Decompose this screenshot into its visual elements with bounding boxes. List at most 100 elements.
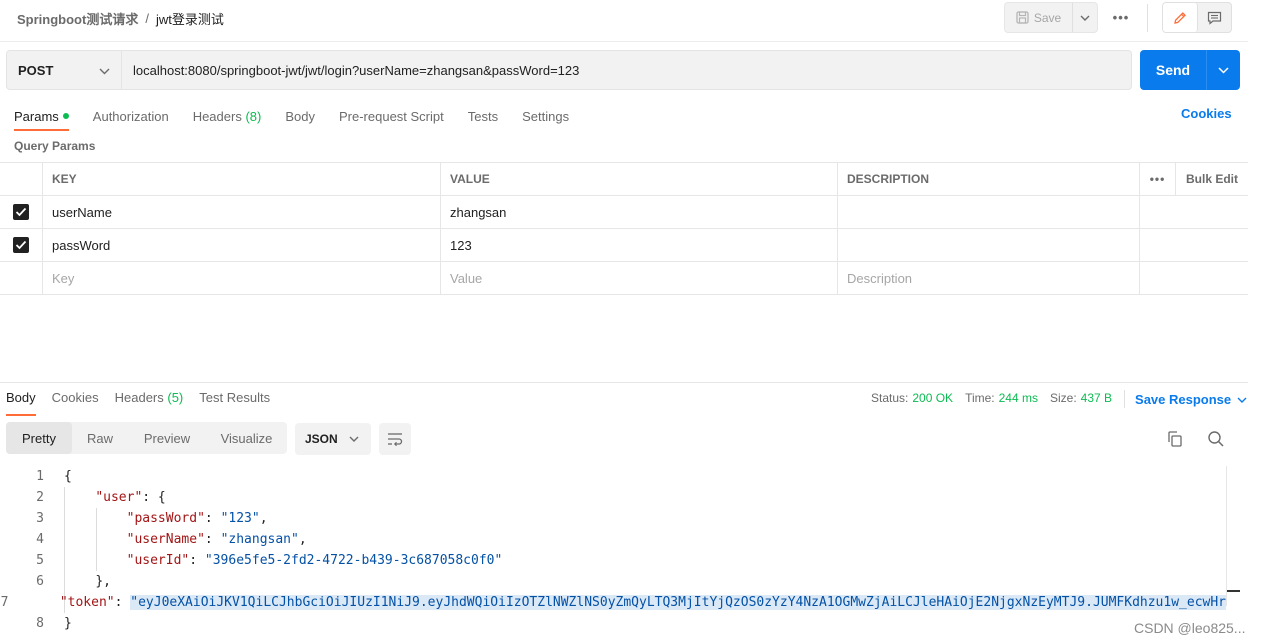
column-header-key: KEY	[43, 163, 441, 195]
search-icon[interactable]	[1207, 430, 1225, 448]
tab-visualize[interactable]: Visualize	[206, 422, 287, 454]
json-value: "zhangsan"	[220, 532, 299, 547]
table-header-row: KEY VALUE DESCRIPTION ••• Bulk Edit	[0, 163, 1248, 196]
breadcrumb: Springboot测试请求 / jwt登录测试	[17, 0, 224, 36]
response-divider[interactable]	[0, 382, 1248, 383]
json-key: "userId"	[126, 553, 190, 568]
save-button[interactable]: Save	[1005, 3, 1073, 32]
column-header-description: DESCRIPTION	[838, 163, 1140, 195]
tab-body[interactable]: Body	[285, 104, 315, 128]
response-tabs: Body Cookies Headers (5) Test Results	[6, 390, 286, 416]
cookies-link[interactable]: Cookies	[1181, 106, 1232, 121]
send-dropdown-button[interactable]	[1207, 50, 1240, 90]
format-tabs: Pretty Raw Preview Visualize	[6, 422, 287, 454]
chevron-down-icon	[1218, 66, 1229, 74]
request-tabs: Params Authorization Headers (8) Body Pr…	[14, 104, 593, 131]
code-line: 3 "passWord": "123",	[0, 508, 1226, 529]
table-row: userName zhangsan	[0, 196, 1248, 229]
code-line: 5 "userId": "396e5fe5-2fd2-4722-b439-3c6…	[0, 550, 1226, 571]
save-label: Save	[1033, 10, 1062, 25]
param-key-cell[interactable]: userName	[43, 196, 441, 228]
save-response-button[interactable]: Save Response	[1135, 391, 1247, 408]
scrollbar-thumb[interactable]	[1227, 590, 1240, 592]
column-options-button[interactable]: •••	[1140, 163, 1176, 195]
json-key: "user"	[95, 490, 143, 505]
json-value: "396e5fe5-2fd2-4722-b439-3c687058c0f0"	[204, 553, 503, 568]
param-value-cell[interactable]: zhangsan	[441, 196, 838, 228]
more-actions-button[interactable]: •••	[1110, 8, 1132, 26]
new-description-input[interactable]: Description	[838, 262, 1140, 294]
documentation-mode-button[interactable]	[1198, 3, 1232, 32]
breadcrumb-request[interactable]: jwt登录测试	[156, 9, 224, 28]
response-meta: Status: 200 OK Time: 244 ms Size: 437 B …	[871, 390, 1247, 408]
tab-response-headers-label: Headers	[114, 390, 164, 405]
code-token: {	[64, 469, 72, 484]
tab-test-results[interactable]: Test Results	[199, 390, 270, 410]
params-active-dot	[62, 113, 69, 119]
json-key: "passWord"	[126, 511, 205, 526]
breadcrumb-collection[interactable]: Springboot测试请求	[17, 9, 138, 28]
new-key-input[interactable]: Key	[43, 262, 441, 294]
code-text: "userId": "396e5fe5-2fd2-4722-b439-3c687…	[44, 553, 503, 568]
param-description-cell[interactable]	[838, 229, 1140, 261]
tab-raw[interactable]: Raw	[72, 422, 128, 454]
url-input[interactable]: localhost:8080/springboot-jwt/jwt/login?…	[122, 50, 1132, 90]
pencil-icon	[1173, 11, 1186, 24]
json-key: "token"	[59, 595, 115, 610]
json-value-token[interactable]: "eyJ0eXAiOiJKV1QiLCJhbGciOiJIUzI1NiJ9.ey…	[130, 595, 1226, 610]
row-checkbox-cell	[0, 196, 43, 228]
status-label: Status:	[871, 391, 909, 405]
tab-preview[interactable]: Preview	[128, 422, 206, 454]
tab-tests[interactable]: Tests	[468, 104, 498, 128]
status-value[interactable]: 200 OK	[912, 391, 953, 408]
send-button[interactable]: Send	[1140, 50, 1207, 90]
size-label: Size:	[1049, 391, 1077, 405]
tab-prerequest-script[interactable]: Pre-request Script	[339, 104, 444, 128]
wrap-lines-button[interactable]	[379, 423, 411, 455]
code-line: 1{	[0, 466, 1226, 487]
column-header-value: VALUE	[441, 163, 838, 195]
language-select[interactable]: JSON	[295, 423, 371, 455]
json-key: "userName"	[126, 532, 205, 547]
row-checkbox[interactable]	[13, 237, 29, 253]
response-headers-count: (5)	[167, 390, 184, 405]
size-value[interactable]: 437 B	[1081, 391, 1112, 408]
code-token: ,	[298, 532, 307, 547]
line-number: 2	[36, 490, 44, 505]
tab-response-headers[interactable]: Headers (5)	[115, 390, 184, 410]
tab-response-body[interactable]: Body	[6, 390, 36, 416]
divider	[1147, 4, 1148, 32]
code-text: {	[44, 469, 72, 484]
param-description-cell[interactable]	[838, 196, 1140, 228]
checkmark-icon	[15, 207, 27, 217]
code-line: 2 "user": {	[0, 487, 1226, 508]
bulk-edit-button[interactable]: Bulk Edit	[1176, 163, 1248, 195]
code-line: 8}	[0, 613, 1226, 634]
code-token: :	[189, 553, 205, 568]
copy-icon[interactable]	[1166, 430, 1184, 448]
row-checkbox-cell	[0, 229, 43, 261]
code-text: "userName": "zhangsan",	[44, 532, 307, 547]
tab-headers[interactable]: Headers (8)	[193, 104, 262, 128]
param-value-cell[interactable]: 123	[441, 229, 838, 261]
code-token: :	[204, 532, 221, 547]
new-value-input[interactable]: Value	[441, 262, 838, 294]
headers-count: (8)	[245, 108, 262, 124]
code-token: },	[95, 574, 111, 589]
tab-response-cookies[interactable]: Cookies	[52, 390, 99, 410]
method-select[interactable]: POST	[6, 50, 122, 90]
param-key-cell[interactable]: passWord	[43, 229, 441, 261]
tab-pretty[interactable]: Pretty	[6, 422, 72, 454]
save-dropdown-button[interactable]	[1073, 3, 1097, 32]
save-icon	[1016, 11, 1029, 24]
time-value[interactable]: 244 ms	[999, 391, 1038, 408]
row-checkbox[interactable]	[13, 204, 29, 220]
code-text: }	[44, 616, 72, 631]
tab-settings[interactable]: Settings	[522, 104, 569, 128]
tab-params[interactable]: Params	[14, 104, 69, 131]
chevron-down-icon	[1080, 15, 1090, 21]
tab-authorization[interactable]: Authorization	[93, 104, 169, 128]
edit-mode-button[interactable]	[1163, 3, 1198, 32]
response-body-editor[interactable]: 1{ 2 "user": { 3 "passWord": "123", 4 "u…	[0, 466, 1226, 644]
editor-scrollbar[interactable]	[1226, 466, 1240, 606]
